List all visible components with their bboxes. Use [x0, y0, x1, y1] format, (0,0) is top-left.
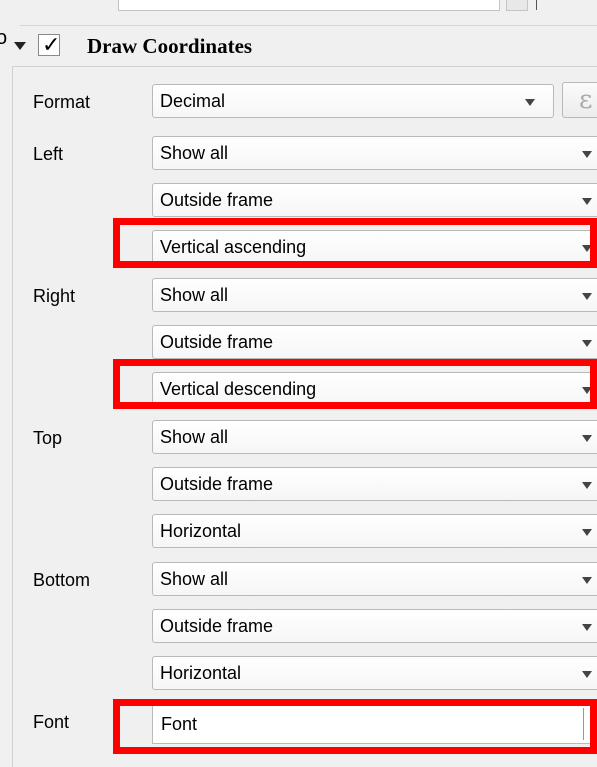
bottom-display-value: Show all: [160, 569, 229, 589]
left-display-combobox[interactable]: Show all: [152, 136, 597, 170]
separator-line: [20, 25, 597, 26]
left-direction-value: Vertical ascending: [160, 237, 307, 257]
font-label: Font: [33, 712, 70, 732]
group-title: Draw Coordinates: [87, 34, 253, 58]
chevron-down-icon[interactable]: [593, 721, 597, 728]
cut-off-glyph: o: [0, 27, 8, 49]
right-label: Right: [33, 286, 76, 306]
partial-button[interactable]: [506, 0, 528, 11]
bottom-position-value: Outside frame: [160, 616, 274, 636]
partial-field[interactable]: [118, 0, 500, 11]
bottom-position-combobox[interactable]: Outside frame: [152, 609, 597, 643]
left-position-combobox[interactable]: Outside frame: [152, 183, 597, 217]
bottom-direction-combobox[interactable]: Horizontal: [152, 656, 597, 690]
top-display-combobox[interactable]: Show all: [152, 420, 597, 454]
font-value: Font: [161, 714, 198, 734]
collapse-arrow-icon[interactable]: [14, 42, 26, 50]
draw-coordinates-group-header[interactable]: o ✓ Draw Coordinates: [0, 28, 597, 64]
top-label: Top: [33, 428, 63, 448]
expression-icon: ε: [579, 85, 593, 115]
format-combobox[interactable]: Decimal: [152, 84, 554, 118]
left-label: Left: [33, 144, 64, 164]
chevron-down-icon: [582, 529, 592, 536]
divider: [536, 0, 537, 10]
left-display-value: Show all: [160, 143, 229, 163]
chevron-down-icon: [582, 387, 592, 394]
top-position-combobox[interactable]: Outside frame: [152, 467, 597, 501]
format-value: Decimal: [160, 91, 226, 111]
top-position-value: Outside frame: [160, 474, 274, 494]
right-position-value: Outside frame: [160, 332, 274, 352]
chevron-down-icon: [582, 624, 592, 631]
bottom-direction-value: Horizontal: [160, 663, 242, 683]
top-direction-value: Horizontal: [160, 521, 242, 541]
chevron-down-icon: [582, 340, 592, 347]
top-display-value: Show all: [160, 427, 229, 447]
chevron-down-icon: [582, 198, 592, 205]
font-button[interactable]: Font: [152, 704, 597, 744]
chevron-down-icon: [582, 245, 592, 252]
data-defined-override-button[interactable]: ε: [562, 82, 597, 118]
chevron-down-icon: [582, 151, 592, 158]
left-position-value: Outside frame: [160, 190, 274, 210]
chevron-down-icon: [582, 671, 592, 678]
left-direction-combobox[interactable]: Vertical ascending: [152, 230, 597, 264]
bottom-display-combobox[interactable]: Show all: [152, 562, 597, 596]
right-position-combobox[interactable]: Outside frame: [152, 325, 597, 359]
right-direction-combobox[interactable]: Vertical descending: [152, 372, 597, 406]
chevron-down-icon: [582, 293, 592, 300]
chevron-down-icon: [582, 482, 592, 489]
right-display-value: Show all: [160, 285, 229, 305]
right-direction-value: Vertical descending: [160, 379, 317, 399]
chevron-down-icon: [525, 99, 535, 106]
chevron-down-icon: [582, 577, 592, 584]
format-label: Format: [33, 92, 91, 112]
bottom-label: Bottom: [33, 570, 91, 590]
draw-coordinates-checkbox[interactable]: ✓: [38, 32, 61, 57]
checkmark-icon: ✓: [42, 32, 61, 57]
chevron-down-icon: [582, 435, 592, 442]
divider: [583, 708, 584, 740]
top-direction-combobox[interactable]: Horizontal: [152, 514, 597, 548]
right-display-combobox[interactable]: Show all: [152, 278, 597, 312]
top-strip: [0, 0, 597, 26]
